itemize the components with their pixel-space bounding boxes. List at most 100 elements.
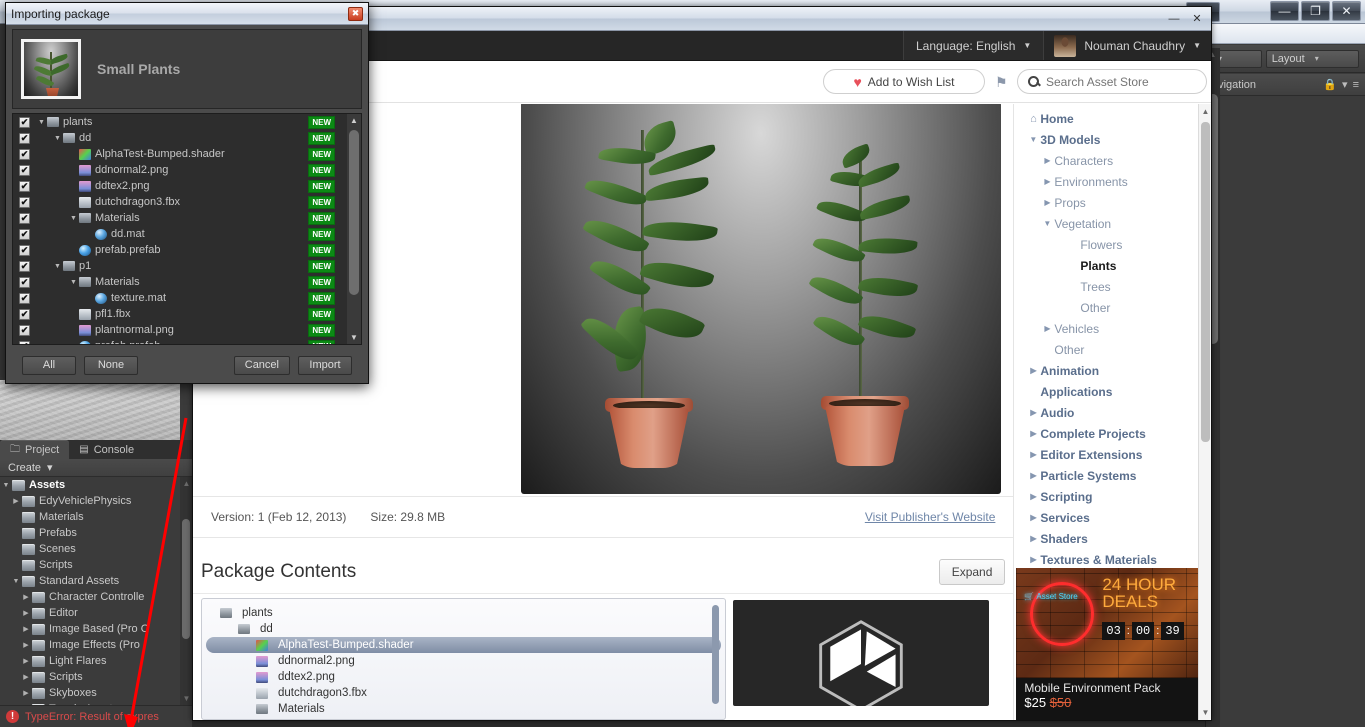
import-item-row[interactable]: ✔ prefab.prefab NEW (13, 242, 361, 258)
expand-button[interactable]: Expand (938, 558, 1006, 585)
import-item-checkbox[interactable]: ✔ (19, 148, 30, 160)
chevron-right-icon[interactable]: ▶ (1026, 492, 1040, 501)
nav-item-home[interactable]: ⌂ Home (1014, 108, 1198, 129)
scroll-down-icon[interactable]: ▼ (1200, 708, 1211, 717)
add-to-wishlist-button[interactable]: ♥ Add to Wish List (823, 69, 985, 94)
chevron-right-icon[interactable]: ▶ (20, 609, 32, 617)
import-button[interactable]: Import (298, 355, 352, 375)
chevron-down-icon[interactable]: ▼ (10, 578, 22, 585)
package-content-row[interactable]: ddtex2.png (202, 669, 725, 685)
scroll-down-icon[interactable]: ▼ (181, 694, 192, 703)
chevron-down-icon[interactable]: ▼ (0, 482, 12, 489)
package-contents-scrollbar[interactable] (712, 605, 719, 713)
import-item-row[interactable]: ✔ ddtex2.png NEW (13, 178, 361, 194)
import-item-checkbox[interactable]: ✔ (19, 116, 30, 128)
nav-item-particle-systems[interactable]: ▶ Particle Systems (1014, 465, 1198, 486)
chevron-down-icon[interactable]: ▼ (1026, 135, 1040, 144)
chevron-down-icon[interactable]: ▼ (1040, 219, 1054, 228)
project-tree-row[interactable]: Scenes (0, 541, 180, 557)
project-tree-row[interactable]: Materials (0, 509, 180, 525)
asset-preview-image[interactable] (521, 104, 1001, 494)
import-item-row[interactable]: ✔ ▼ Materials NEW (13, 210, 361, 226)
nav-item-flowers[interactable]: Flowers (1014, 234, 1198, 255)
layout-dropdown[interactable]: Layout ▾ (1265, 49, 1359, 68)
import-item-row[interactable]: ✔ dutchdragon3.fbx NEW (13, 194, 361, 210)
cancel-button[interactable]: Cancel (233, 355, 290, 375)
nav-item-other[interactable]: Other (1014, 297, 1198, 318)
chevron-down-icon[interactable]: ▼ (68, 279, 79, 286)
nav-item-plants[interactable]: Plants (1014, 255, 1198, 276)
package-content-row[interactable]: ddnormal2.png (202, 653, 725, 669)
chevron-right-icon[interactable]: ▶ (1026, 471, 1040, 480)
status-bar[interactable]: ! TypeError: Result of expres (0, 705, 192, 727)
publisher-website-link[interactable]: Visit Publisher's Website (865, 510, 996, 524)
scroll-up-icon[interactable]: ▲ (181, 479, 192, 488)
package-content-row[interactable]: dd.mat (202, 717, 725, 719)
nav-item-props[interactable]: ▶ Props (1014, 192, 1198, 213)
chevron-down-icon[interactable]: ▼ (68, 215, 79, 222)
import-item-checkbox[interactable]: ✔ (19, 244, 30, 256)
nav-item-vehicles[interactable]: ▶ Vehicles (1014, 318, 1198, 339)
maximize-button[interactable]: ❐ (1301, 1, 1330, 21)
import-items-list[interactable]: ▲ ▼ ✔ ▼ plants NEW ✔ ▼ dd NEW ✔ AlphaTest-Bumped.… (12, 113, 362, 345)
sidebar-scrollbar[interactable]: ▲ ▼ (1198, 104, 1211, 720)
nav-item-vegetation[interactable]: ▼ Vegetation (1014, 213, 1198, 234)
close-button[interactable]: ✕ (1332, 1, 1361, 21)
project-tree-row[interactable]: ▶ Scripts (0, 669, 180, 685)
search-input[interactable] (1046, 74, 1196, 89)
import-item-checkbox[interactable]: ✔ (19, 292, 30, 304)
select-none-button[interactable]: None (84, 355, 138, 375)
import-item-row[interactable]: ✔ prefab.prefab NEW (13, 338, 361, 344)
import-item-checkbox[interactable]: ✔ (19, 164, 30, 176)
nav-item-other[interactable]: Other (1014, 339, 1198, 360)
project-tree-row[interactable]: ▶ Image Based (Pro O (0, 621, 180, 637)
import-item-row[interactable]: ✔ plantnormal.png NEW (13, 322, 361, 338)
scroll-up-icon[interactable]: ▲ (1200, 107, 1211, 116)
nav-item-applications[interactable]: Applications (1014, 381, 1198, 402)
project-tree-row[interactable]: ▶ Skyboxes (0, 685, 180, 701)
project-assets-tree[interactable]: ▼ Assets ▶ EdyVehiclePhysics Materials Prefab… (0, 477, 180, 705)
import-item-row[interactable]: ✔ ▼ dd NEW (13, 130, 361, 146)
nav-item-scripting[interactable]: ▶ Scripting (1014, 486, 1198, 507)
chevron-right-icon[interactable]: ▶ (10, 497, 22, 505)
lock-icon[interactable]: 🔒 (1323, 78, 1337, 91)
search-box[interactable] (1017, 69, 1207, 94)
import-item-row[interactable]: ✔ ▼ Materials NEW (13, 274, 361, 290)
nav-item-3d-models[interactable]: ▼ 3D Models (1014, 129, 1198, 150)
create-button[interactable]: Create ▾ (8, 461, 53, 475)
nav-item-characters[interactable]: ▶ Characters (1014, 150, 1198, 171)
package-content-row[interactable]: plants (202, 605, 725, 621)
chevron-right-icon[interactable]: ▶ (1026, 366, 1040, 375)
hamburger-icon[interactable]: ≡ (1353, 79, 1359, 91)
nav-item-complete-projects[interactable]: ▶ Complete Projects (1014, 423, 1198, 444)
import-item-checkbox[interactable]: ✔ (19, 180, 30, 192)
import-item-checkbox[interactable]: ✔ (19, 308, 30, 320)
project-tree-row[interactable]: ▶ Image Effects (Pro (0, 637, 180, 653)
nav-item-environments[interactable]: ▶ Environments (1014, 171, 1198, 192)
chevron-down-icon[interactable]: ▼ (52, 135, 63, 142)
chevron-down-icon[interactable]: ▾ (1342, 78, 1348, 91)
project-tree-row[interactable]: ▶ Editor (0, 605, 180, 621)
chevron-down-icon[interactable]: ▼ (36, 119, 47, 126)
chevron-right-icon[interactable]: ▶ (1026, 429, 1040, 438)
chevron-right-icon[interactable]: ▶ (1026, 534, 1040, 543)
scrollbar-thumb[interactable] (182, 519, 190, 639)
minimize-button[interactable]: — (1270, 1, 1299, 21)
import-item-row[interactable]: ✔ ▼ plants NEW (13, 114, 361, 130)
project-tree-row[interactable]: Prefabs (0, 525, 180, 541)
chevron-right-icon[interactable]: ▶ (20, 641, 32, 649)
deal-promo-card[interactable]: 🛒 Asset Store 24 HOUR DEALS 03 : 00 : 39 (1016, 568, 1201, 720)
nav-item-audio[interactable]: ▶ Audio (1014, 402, 1198, 423)
home-icon[interactable]: ⌂ (1026, 113, 1040, 125)
scrollbar-thumb[interactable] (1201, 122, 1210, 442)
scrollbar-thumb[interactable] (712, 605, 719, 705)
package-contents-tree[interactable]: plants dd AlphaTest-Bumped.shader ddnormal2… (201, 598, 726, 720)
chevron-right-icon[interactable]: ▶ (20, 657, 32, 665)
project-tree-row[interactable]: ▼ Assets (0, 477, 180, 493)
import-item-row[interactable]: ✔ ▼ p1 NEW (13, 258, 361, 274)
import-item-checkbox[interactable]: ✔ (19, 196, 30, 208)
import-item-row[interactable]: ✔ ddnormal2.png NEW (13, 162, 361, 178)
package-content-row[interactable]: AlphaTest-Bumped.shader (206, 637, 721, 653)
select-all-button[interactable]: All (22, 355, 76, 375)
chevron-right-icon[interactable]: ▶ (1026, 513, 1040, 522)
